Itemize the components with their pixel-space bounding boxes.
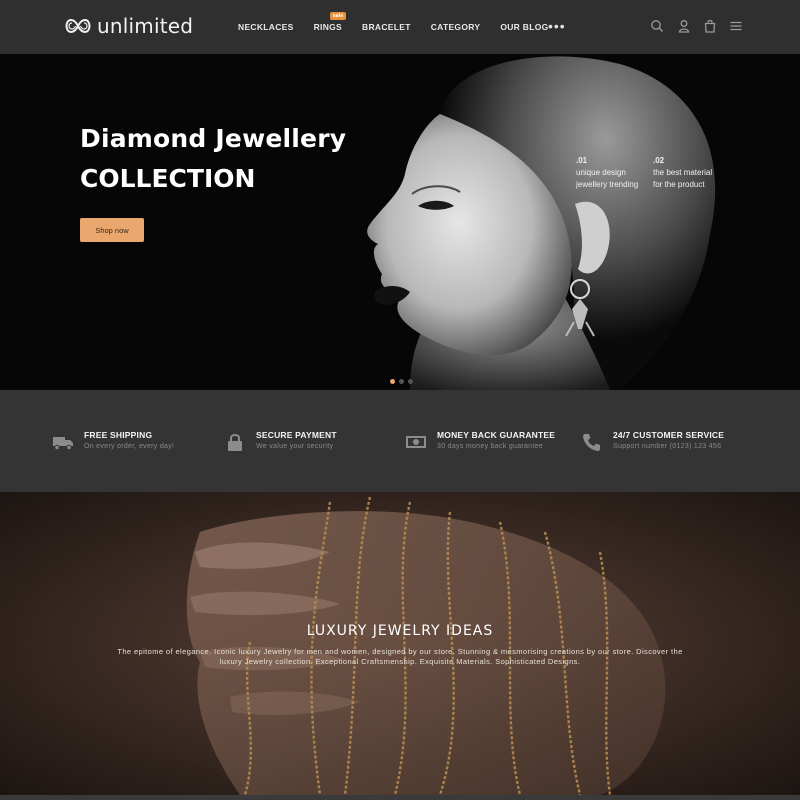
lock-icon (224, 432, 246, 452)
feature-line-1: unique design (576, 168, 626, 177)
hero-subtitle: COLLECTION (80, 164, 256, 193)
feature-line-1: the best material (653, 168, 713, 177)
nav-item-category[interactable]: CATEGORY (431, 22, 481, 32)
shop-now-button[interactable]: Shop now (80, 218, 144, 242)
site-header: unlimited NECKLACES RINGS sale BRACELET … (0, 0, 800, 54)
more-menu-button[interactable]: ••• (548, 19, 566, 33)
service-secure-payment: SECURE PAYMENT We value your security (224, 430, 337, 452)
service-subtitle: Support number (0123) 123 456 (613, 443, 722, 450)
sale-badge: sale (329, 12, 347, 20)
luxury-description: The epitome of elegance. Iconic luxury J… (117, 647, 683, 666)
hero-title: Diamond Jewellery (80, 124, 347, 153)
hero-feature-2: .02 the best material for the product (653, 155, 712, 191)
nav-item-rings[interactable]: RINGS sale (313, 12, 347, 32)
hero-feature-1: .01 unique design jewellery trending (576, 155, 638, 191)
truck-icon (52, 432, 74, 452)
luxury-title: LUXURY JEWELRY IDEAS (306, 623, 494, 639)
feature-number: .02 (653, 156, 665, 165)
service-money-back: MONEY BACK GUARANTEE 30 days money back … (405, 430, 555, 452)
feature-line-2: jewellery trending (576, 180, 639, 189)
nav-item-necklaces[interactable]: NECKLACES (238, 22, 294, 32)
infinity-logo-icon (65, 18, 91, 34)
service-subtitle: On every order, every day! (84, 443, 175, 450)
logo[interactable]: unlimited (63, 14, 193, 38)
phone-icon (581, 432, 603, 452)
slider-dot-3[interactable] (408, 379, 413, 384)
service-free-shipping: FREE SHIPPING On every order, every day! (52, 430, 174, 452)
service-subtitle: We value your security (256, 443, 334, 450)
service-customer-service: 24/7 CUSTOMER SERVICE Support number (01… (581, 430, 724, 452)
service-title: MONEY BACK GUARANTEE (437, 430, 556, 440)
slider-dot-2[interactable] (399, 379, 404, 384)
main-nav: NECKLACES RINGS sale BRACELET CATEGORY O… (238, 12, 549, 32)
cart-icon[interactable] (703, 19, 717, 33)
footer-strip (0, 795, 800, 800)
service-title: FREE SHIPPING (84, 430, 153, 440)
menu-icon[interactable] (729, 19, 743, 33)
money-icon (405, 432, 427, 452)
logo-text: unlimited (97, 14, 194, 38)
hands-with-chains-image (0, 492, 800, 795)
user-icon[interactable] (677, 19, 691, 33)
nav-item-rings-label: RINGS (313, 22, 343, 32)
hero-model-image (330, 54, 800, 390)
slider-pagination (390, 379, 413, 384)
services-bar: FREE SHIPPING On every order, every day!… (0, 390, 800, 492)
luxury-section: LUXURY JEWELRY IDEAS The epitome of eleg… (0, 492, 800, 795)
search-icon[interactable] (650, 19, 664, 33)
hero-banner: Diamond Jewellery COLLECTION Shop now .0… (0, 54, 800, 390)
service-subtitle: 30 days money back guarantee (437, 443, 544, 450)
service-title: SECURE PAYMENT (256, 430, 337, 440)
feature-number: .01 (576, 156, 588, 165)
slider-dot-1[interactable] (390, 379, 395, 384)
nav-item-bracelet[interactable]: BRACELET (362, 22, 411, 32)
feature-line-2: for the product (653, 180, 705, 189)
service-title: 24/7 CUSTOMER SERVICE (613, 430, 725, 440)
nav-item-our-blog[interactable]: OUR BLOG (500, 22, 548, 32)
